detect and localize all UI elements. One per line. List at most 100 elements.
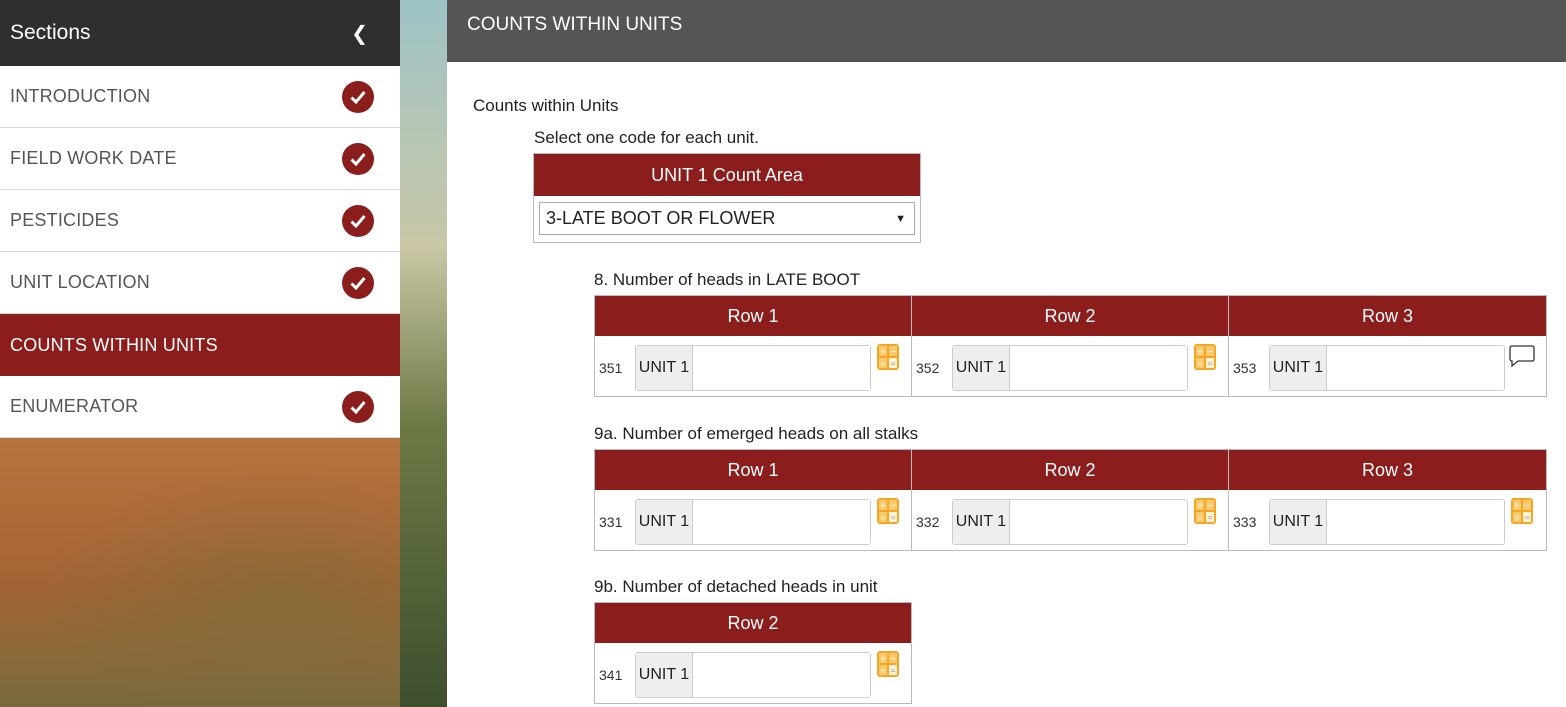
checkmark-icon [342, 390, 374, 423]
calculator-icon[interactable]: + −× = [877, 651, 899, 677]
calculator-icon[interactable]: + −× = [1511, 498, 1533, 524]
svg-text:+: + [880, 654, 887, 663]
svg-text:=: = [890, 360, 896, 368]
count-input[interactable] [1327, 500, 1504, 544]
svg-text:×: × [880, 360, 886, 368]
svg-text:=: = [890, 514, 896, 522]
comment-icon[interactable] [1509, 344, 1535, 368]
sidebar-item-introduction[interactable]: INTRODUCTION [0, 66, 400, 128]
sidebar-item-unit-location[interactable]: UNIT LOCATION [0, 252, 400, 314]
sidebar-item-pesticides[interactable]: PESTICIDES [0, 190, 400, 252]
svg-text:−: − [890, 501, 897, 510]
count-input[interactable] [693, 653, 870, 697]
svg-text:+: + [1514, 501, 1521, 510]
chevron-left-icon[interactable]: ❮ [351, 21, 368, 46]
grid-column: Row 1 331 UNIT 1 + − × = [595, 450, 912, 550]
grid-column: Row 1 351 UNIT 1 + − × = [595, 296, 912, 396]
input-group: UNIT 1 [635, 499, 871, 545]
input-group: UNIT 1 [635, 652, 871, 698]
sidebar-item-counts-within-units[interactable]: COUNTS WITHIN UNITS [0, 314, 400, 376]
sidebar-item-enumerator[interactable]: ENUMERATOR [0, 376, 400, 438]
svg-text:−: − [1207, 501, 1214, 510]
calculator-icon[interactable]: + −× = [877, 498, 899, 524]
grid-column: Row 3 333 UNIT 1 + − × = [1229, 450, 1546, 550]
sidebar-item-label: INTRODUCTION [10, 86, 151, 106]
svg-text:+: + [880, 347, 887, 356]
input-group: UNIT 1 [1269, 345, 1505, 391]
svg-text:−: − [1524, 501, 1531, 510]
unit-addon: UNIT 1 [953, 500, 1010, 544]
svg-text:−: − [1207, 347, 1214, 356]
calculator-icon[interactable]: + −× = [1194, 344, 1216, 370]
checkmark-icon [342, 80, 374, 113]
unit-addon: UNIT 1 [636, 500, 693, 544]
svg-text:×: × [1197, 360, 1203, 368]
count-input[interactable] [693, 346, 870, 390]
calculator-icon[interactable]: + −× = [1194, 498, 1216, 524]
unit-addon: UNIT 1 [1270, 500, 1327, 544]
svg-text:−: − [890, 347, 897, 356]
grid-column: Row 2 341 UNIT 1 + − × = [595, 603, 911, 703]
input-group: UNIT 1 [1269, 499, 1505, 545]
svg-text:−: − [890, 654, 897, 663]
unit-count-area-header: UNIT 1 Count Area [534, 154, 920, 196]
item-code: 351 [599, 360, 623, 376]
count-input[interactable] [1010, 346, 1187, 390]
svg-text:+: + [880, 501, 887, 510]
question-label: 9b. Number of detached heads in unit [594, 577, 878, 596]
svg-text:=: = [1207, 360, 1213, 368]
svg-text:×: × [1514, 514, 1520, 522]
unit-addon: UNIT 1 [636, 346, 693, 390]
instruction-text: Select one code for each unit. [534, 128, 759, 147]
sidebar-item-label: FIELD WORK DATE [10, 148, 177, 168]
calculator-icon[interactable]: + −× = [877, 344, 899, 370]
svg-text:×: × [880, 667, 886, 675]
grid-cell: 351 UNIT 1 + − × = [595, 336, 911, 396]
svg-text:=: = [1524, 514, 1530, 522]
item-code: 333 [1233, 514, 1257, 530]
svg-text:=: = [890, 667, 896, 675]
svg-text:+: + [1197, 347, 1204, 356]
question-grid: Row 2 341 UNIT 1 + − × = [594, 602, 912, 704]
question-grid: Row 1 351 UNIT 1 + − × = Row 2 352 UNIT 1 +… [594, 295, 1547, 397]
svg-text:=: = [1207, 514, 1213, 522]
sidebar-item-field-work-date[interactable]: FIELD WORK DATE [0, 128, 400, 190]
grid-cell: 331 UNIT 1 + − × = [595, 490, 911, 550]
sidebar-item-label: COUNTS WITHIN UNITS [10, 334, 218, 355]
input-group: UNIT 1 [952, 345, 1188, 391]
dropdown-arrow-icon: ▼ [895, 212, 906, 225]
item-code: 352 [916, 360, 940, 376]
grid-cell: 353 UNIT 1 [1229, 336, 1546, 396]
grid-cell: 332 UNIT 1 + − × = [912, 490, 1228, 550]
question-grid: Row 1 331 UNIT 1 + − × = Row 2 332 UNIT 1 +… [594, 449, 1547, 551]
unit-addon: UNIT 1 [636, 653, 693, 697]
item-code: 341 [599, 667, 623, 683]
grid-column: Row 2 352 UNIT 1 + − × = [912, 296, 1229, 396]
count-input[interactable] [1010, 500, 1187, 544]
item-code: 353 [1233, 360, 1257, 376]
column-header: Row 3 [1229, 296, 1546, 336]
sidebar-header: Sections ❮ [0, 0, 400, 66]
count-input[interactable] [693, 500, 870, 544]
grid-column: Row 2 332 UNIT 1 + − × = [912, 450, 1229, 550]
question-label: 8. Number of heads in LATE BOOT [594, 270, 861, 289]
background-photo-haze [400, 0, 447, 707]
count-area-select[interactable]: 3-LATE BOOT OR FLOWER ▼ [539, 202, 915, 235]
background-photo-shade [0, 437, 400, 707]
checkmark-icon [342, 266, 374, 299]
count-input[interactable] [1327, 346, 1504, 390]
column-header: Row 3 [1229, 450, 1546, 490]
column-header: Row 2 [912, 450, 1228, 490]
sidebar-item-label: UNIT LOCATION [10, 272, 150, 292]
unit-addon: UNIT 1 [953, 346, 1010, 390]
grid-cell: 341 UNIT 1 + − × = [595, 643, 911, 703]
sidebar-title: Sections [10, 21, 91, 44]
item-code: 332 [916, 514, 940, 530]
question-label: 9a. Number of emerged heads on all stalk… [594, 424, 919, 443]
checkmark-icon [342, 142, 374, 175]
section-title: Counts within Units [473, 96, 619, 115]
sidebar-item-label: PESTICIDES [10, 210, 120, 230]
grid-column: Row 3 353 UNIT 1 [1229, 296, 1546, 396]
item-code: 331 [599, 514, 623, 530]
input-group: UNIT 1 [952, 499, 1188, 545]
